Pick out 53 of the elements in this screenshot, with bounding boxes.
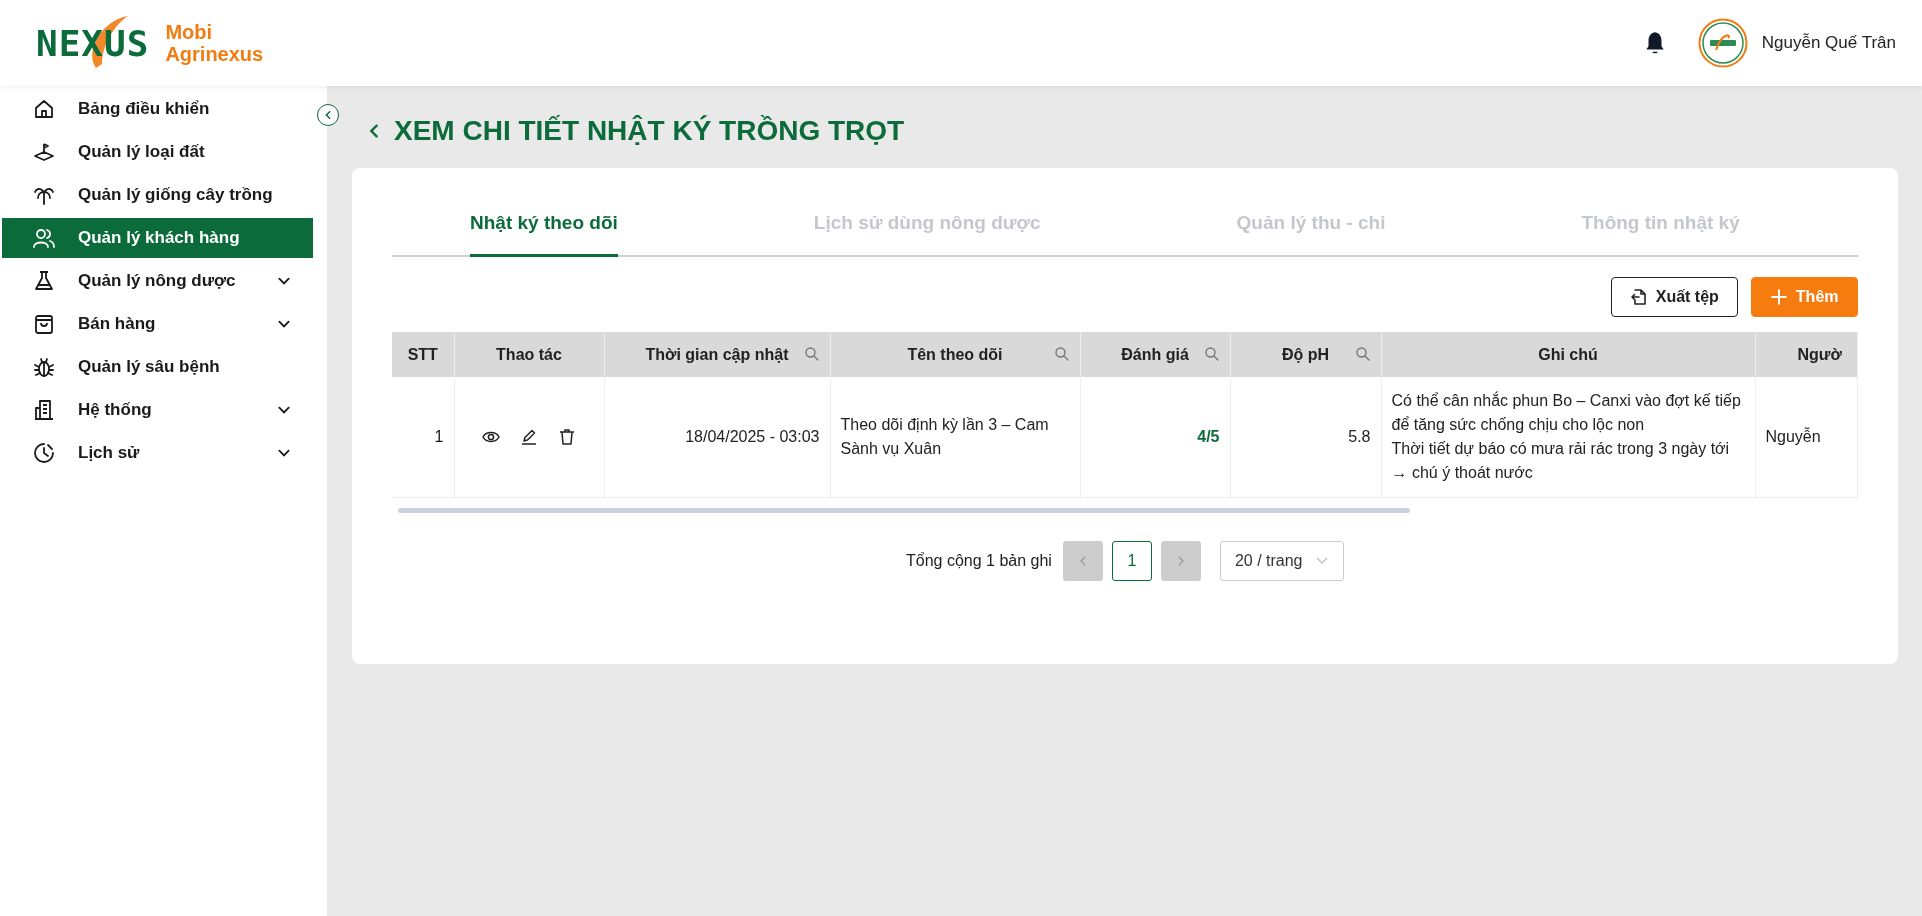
search-icon[interactable]	[1203, 346, 1220, 362]
column-header: Ghi chú	[1381, 332, 1755, 377]
export-button[interactable]: Xuất tệp	[1610, 277, 1738, 317]
sidebar-item[interactable]: Quản lý sâu bệnh	[2, 347, 313, 387]
table-cell: 4/5	[1080, 377, 1230, 498]
page-size-select[interactable]: 20 / trang	[1219, 541, 1344, 581]
brand-name: Agrinexus	[165, 43, 264, 65]
sidebar-item[interactable]: Lịch sử	[2, 433, 313, 473]
column-header: Đánh giá	[1080, 332, 1230, 377]
page-title: XEM CHI TIẾT NHẬT KÝ TRỒNG TRỌT	[394, 115, 905, 147]
sidebar-item[interactable]: Hệ thống	[2, 390, 313, 430]
users-icon	[32, 226, 56, 250]
table-cell: Nguyễn	[1755, 377, 1857, 498]
sidebar-item[interactable]: Bảng điều khiển	[2, 89, 313, 129]
table-cell: Có thể cân nhắc phun Bo – Canxi vào đợt kế tiếp để tăng sức chống chịu cho lộc non Thời tiết dự báo có mưa rải rác trong 3 ngày tới → chú ý thoát nước	[1381, 377, 1755, 498]
avatar-icon[interactable]	[1697, 18, 1748, 68]
column-header: Thao tác	[454, 332, 604, 377]
export-file-icon	[1629, 288, 1648, 306]
delete-trash-icon[interactable]	[557, 427, 577, 447]
plus-icon	[1769, 288, 1788, 306]
clock-icon	[32, 441, 56, 465]
column-header: Tên theo dõi	[830, 332, 1080, 377]
flask-icon	[32, 269, 56, 293]
column-header: Thời gian cập nhật	[604, 332, 830, 377]
user-name[interactable]: Nguyễn Quế Trân	[1761, 33, 1896, 53]
sidebar-item[interactable]: Quản lý khách hàng	[2, 218, 313, 258]
search-icon[interactable]	[1354, 346, 1371, 362]
bag-icon	[32, 312, 56, 336]
home-icon	[32, 97, 56, 121]
search-icon[interactable]	[803, 346, 820, 362]
table-cell: 5.8	[1230, 377, 1381, 498]
bug-icon	[32, 355, 56, 379]
table-cell: 1	[392, 377, 454, 498]
building-icon	[32, 398, 56, 422]
column-header: Ngườ	[1755, 332, 1857, 377]
edit-pencil-icon[interactable]	[519, 427, 539, 447]
column-header: Độ pH	[1230, 332, 1381, 377]
total-count: Tổng cộng 1 bản ghi	[906, 552, 1052, 570]
page-button[interactable]: 1	[1111, 541, 1152, 581]
chevron-left-icon	[323, 110, 333, 120]
sidebar-item[interactable]: Quản lý nông dược	[2, 261, 313, 301]
sidebar-item[interactable]: Quản lý loại đất	[2, 132, 313, 172]
search-icon[interactable]	[1053, 346, 1070, 362]
sidebar-item[interactable]: Quản lý giống cây trồng	[2, 175, 313, 215]
chevron-down-icon	[1314, 556, 1329, 566]
column-header: STT	[392, 332, 454, 377]
table-cell: Theo dõi định kỳ lần 3 – Cam Sành vụ Xuân	[830, 377, 1080, 498]
brand-name: Mobi	[165, 21, 214, 43]
table-cell: 18/04/2025 - 03:03	[604, 377, 830, 498]
sidebar-item[interactable]: Bán hàng	[2, 304, 313, 344]
scrollbar[interactable]	[398, 508, 1410, 513]
collapse-button[interactable]	[317, 104, 339, 126]
tab[interactable]: Nhật ký theo dõi	[470, 200, 618, 257]
